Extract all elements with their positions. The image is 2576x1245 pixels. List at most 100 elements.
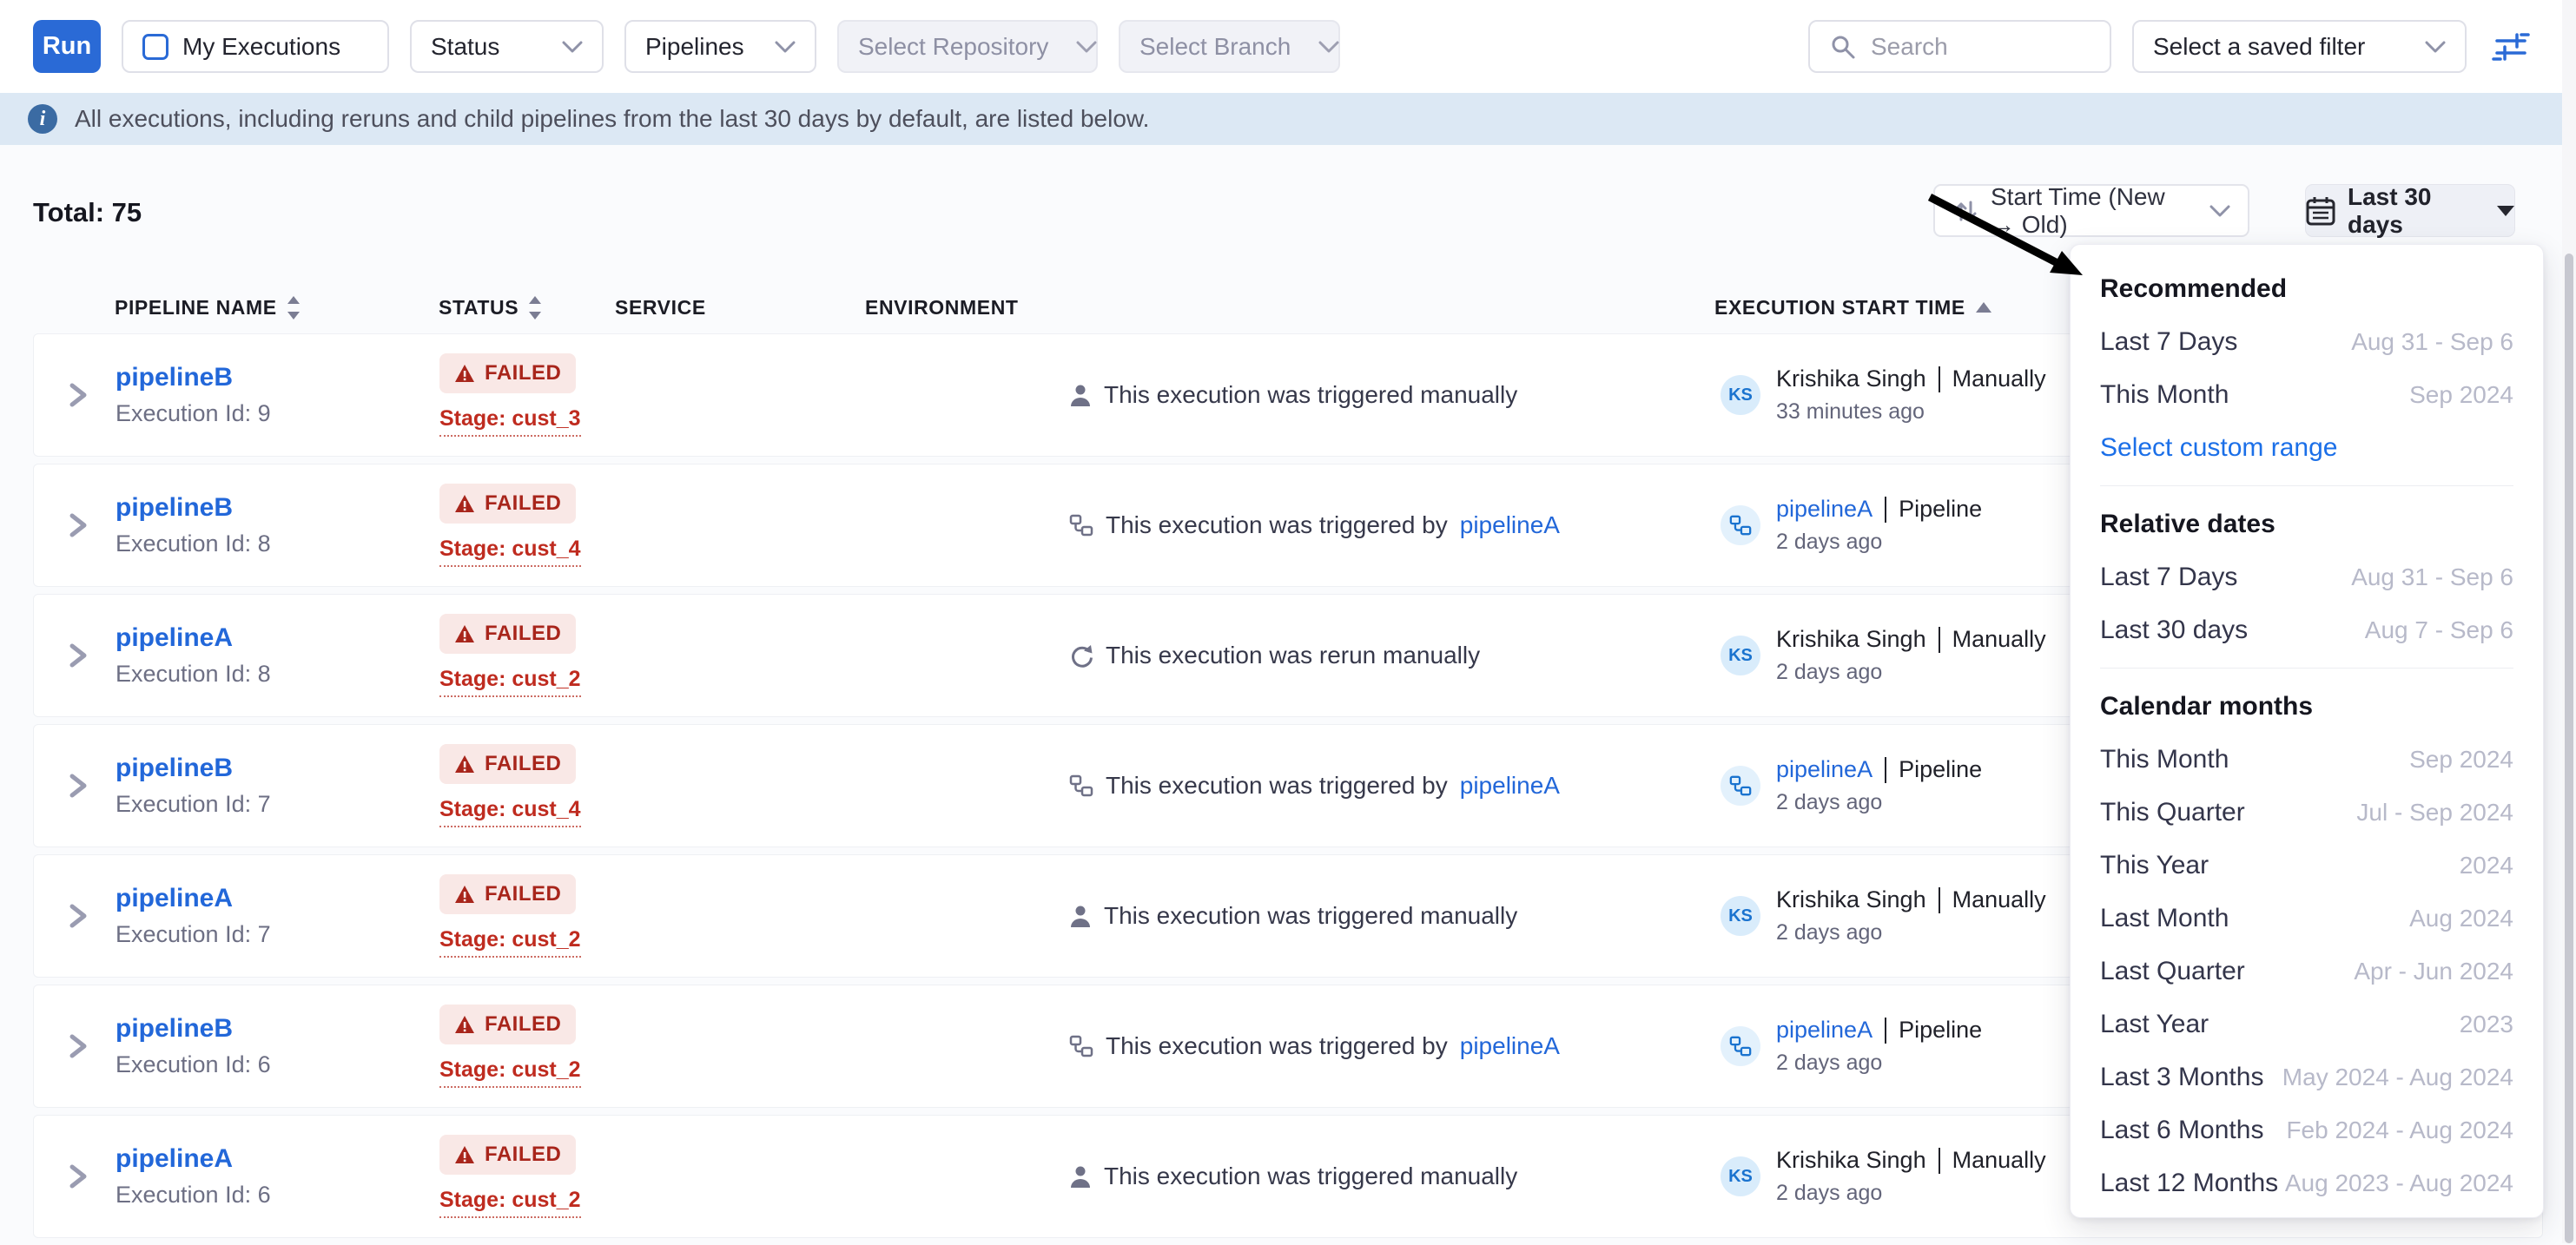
scrollbar-thumb[interactable]: [2565, 254, 2573, 1243]
pipeline-name-cell: pipelineB Execution Id: 7: [116, 754, 271, 818]
pipeline-name-cell: pipelineA Execution Id: 6: [116, 1144, 271, 1209]
actor-mode: Pipeline: [1899, 1017, 1982, 1044]
date-menu-item[interactable]: Last Quarter Apr - Jun 2024: [2100, 945, 2513, 998]
trigger-pipeline-link[interactable]: pipelineA: [1460, 772, 1560, 800]
failed-stage-link[interactable]: Stage: cust_2: [439, 1188, 581, 1218]
table-column-header[interactable]: ENVIRONMENT: [865, 293, 1019, 322]
sort-dropdown[interactable]: Start Time (New → Old): [1933, 184, 2249, 237]
pipeline-name-cell: pipelineB Execution Id: 9: [116, 363, 271, 427]
trigger-text: This execution was triggered manually: [1104, 1163, 1517, 1190]
failed-stage-link[interactable]: Stage: cust_3: [439, 406, 581, 437]
failed-stage-link[interactable]: Stage: cust_4: [439, 797, 581, 827]
pipelines-filter-label: Pipelines: [645, 33, 744, 61]
trigger-pipeline-link[interactable]: pipelineA: [1460, 1032, 1560, 1060]
execution-id: Execution Id: 6: [116, 1182, 271, 1209]
expand-chevron-icon[interactable]: [67, 1162, 89, 1191]
date-menu-item-label: Select custom range: [2100, 433, 2337, 463]
actor-separator: [1939, 1148, 1940, 1174]
failed-stage-link[interactable]: Stage: cust_2: [439, 667, 581, 697]
run-button[interactable]: Run: [33, 20, 101, 73]
pipeline-name-link[interactable]: pipelineA: [116, 884, 233, 913]
table-column-header[interactable]: PIPELINE NAME: [115, 293, 300, 322]
date-menu-section-heading: Calendar months: [2100, 680, 2513, 733]
date-menu-item[interactable]: Last 30 days Aug 7 - Sep 6: [2100, 603, 2513, 656]
status-badge-label: FAILED: [485, 491, 561, 516]
status-badge-label: FAILED: [485, 752, 561, 776]
date-menu-item[interactable]: Last 7 Days Aug 31 - Sep 6: [2100, 315, 2513, 368]
my-executions-checkbox[interactable]: [142, 34, 168, 60]
failed-stage-link[interactable]: Stage: cust_2: [439, 927, 581, 958]
saved-filter-dropdown[interactable]: Select a saved filter: [2132, 20, 2467, 73]
status-badge-label: FAILED: [485, 882, 561, 906]
column-label: STATUS: [439, 296, 519, 319]
pipeline-name-link[interactable]: pipelineA: [116, 623, 233, 653]
user-avatar: KS: [1721, 1156, 1760, 1196]
date-menu-item[interactable]: This Quarter Jul - Sep 2024: [2100, 786, 2513, 839]
chevron-down-icon: [2209, 205, 2230, 217]
user-avatar: KS: [1721, 375, 1760, 415]
pipeline-name-link[interactable]: pipelineB: [116, 754, 233, 783]
warning-triangle-icon: [454, 1015, 475, 1034]
date-menu-item[interactable]: Last 3 Months May 2024 - Aug 2024: [2100, 1051, 2513, 1103]
date-menu-item[interactable]: Last 6 Months Feb 2024 - Aug 2024: [2100, 1103, 2513, 1156]
expand-chevron-icon[interactable]: [67, 511, 89, 540]
status-cell: FAILED Stage: cust_2: [439, 614, 581, 697]
date-menu-item-label: Last 3 Months: [2100, 1063, 2263, 1092]
filter-settings-button[interactable]: [2491, 27, 2531, 67]
expand-chevron-icon[interactable]: [67, 641, 89, 670]
status-cell: FAILED Stage: cust_2: [439, 874, 581, 958]
search-box[interactable]: [1808, 20, 2111, 73]
my-executions-toggle[interactable]: My Executions: [122, 20, 389, 73]
column-label: SERVICE: [615, 296, 706, 319]
date-menu-section: Relative dates Last 7 Days Aug 31 - Sep …: [2100, 497, 2513, 669]
date-menu-item-value: Aug 2024: [2409, 905, 2513, 932]
date-menu-section-heading: Recommended: [2100, 262, 2513, 315]
date-menu-item[interactable]: This Month Sep 2024: [2100, 368, 2513, 421]
actor-mode: Manually: [1952, 366, 2046, 392]
expand-chevron-icon[interactable]: [67, 1031, 89, 1061]
execution-start-cell: KS Krishika Singh Manually 2 days ago: [1721, 1147, 2046, 1206]
date-menu-item[interactable]: Last Year 2023: [2100, 998, 2513, 1051]
date-menu-item-label: Last 7 Days: [2100, 563, 2237, 592]
failed-stage-link[interactable]: Stage: cust_2: [439, 1057, 581, 1088]
trigger-cell: This execution was rerun manually: [1069, 642, 1480, 669]
expand-chevron-icon[interactable]: [67, 380, 89, 410]
table-column-header[interactable]: SERVICE: [615, 293, 706, 322]
failed-stage-link[interactable]: Stage: cust_4: [439, 537, 581, 567]
pipelines-filter-dropdown[interactable]: Pipelines: [624, 20, 816, 73]
expand-chevron-icon[interactable]: [67, 901, 89, 931]
status-filter-label: Status: [431, 33, 499, 61]
date-menu-item[interactable]: Last 7 Days Aug 31 - Sep 6: [2100, 550, 2513, 603]
warning-triangle-icon: [454, 885, 475, 904]
table-column-header[interactable]: EXECUTION START TIME: [1714, 293, 1991, 322]
pipeline-name-link[interactable]: pipelineB: [116, 493, 233, 523]
select-repository-dropdown[interactable]: Select Repository: [837, 20, 1098, 73]
pipeline-name-link[interactable]: pipelineB: [116, 363, 233, 392]
table-column-header[interactable]: STATUS: [439, 293, 541, 322]
expand-chevron-icon[interactable]: [67, 771, 89, 800]
search-input[interactable]: [1871, 33, 2091, 61]
date-menu-item[interactable]: Last Month Aug 2024: [2100, 892, 2513, 945]
page-scrollbar[interactable]: [2562, 0, 2576, 1243]
pipeline-name-link[interactable]: pipelineB: [116, 1014, 233, 1044]
date-range-button[interactable]: Last 30 days: [2305, 184, 2515, 237]
trigger-text: This execution was triggered by: [1106, 1032, 1448, 1060]
trigger-text: This execution was triggered manually: [1104, 381, 1517, 409]
pipeline-name-cell: pipelineB Execution Id: 8: [116, 493, 271, 557]
date-menu-item[interactable]: This Month Sep 2024: [2100, 733, 2513, 786]
info-icon: i: [28, 104, 57, 134]
date-menu-item-value: Apr - Jun 2024: [2354, 958, 2513, 985]
status-filter-dropdown[interactable]: Status: [410, 20, 604, 73]
date-menu-item[interactable]: Last 12 Months Aug 2023 - Aug 2024: [2100, 1156, 2513, 1209]
date-menu-item[interactable]: Select custom range: [2100, 421, 2513, 474]
select-branch-dropdown[interactable]: Select Branch: [1119, 20, 1340, 73]
user-avatar: KS: [1721, 896, 1760, 936]
pipeline-name-link[interactable]: pipelineA: [116, 1144, 233, 1174]
date-menu-item[interactable]: This Year 2024: [2100, 839, 2513, 892]
trigger-pipeline-link[interactable]: pipelineA: [1460, 511, 1560, 539]
status-cell: FAILED Stage: cust_4: [439, 744, 581, 827]
date-menu-item-label: Last 7 Days: [2100, 327, 2237, 357]
warning-triangle-icon: [454, 364, 475, 383]
trigger-user-icon: [1069, 905, 1092, 927]
user-avatar: KS: [1721, 636, 1760, 675]
